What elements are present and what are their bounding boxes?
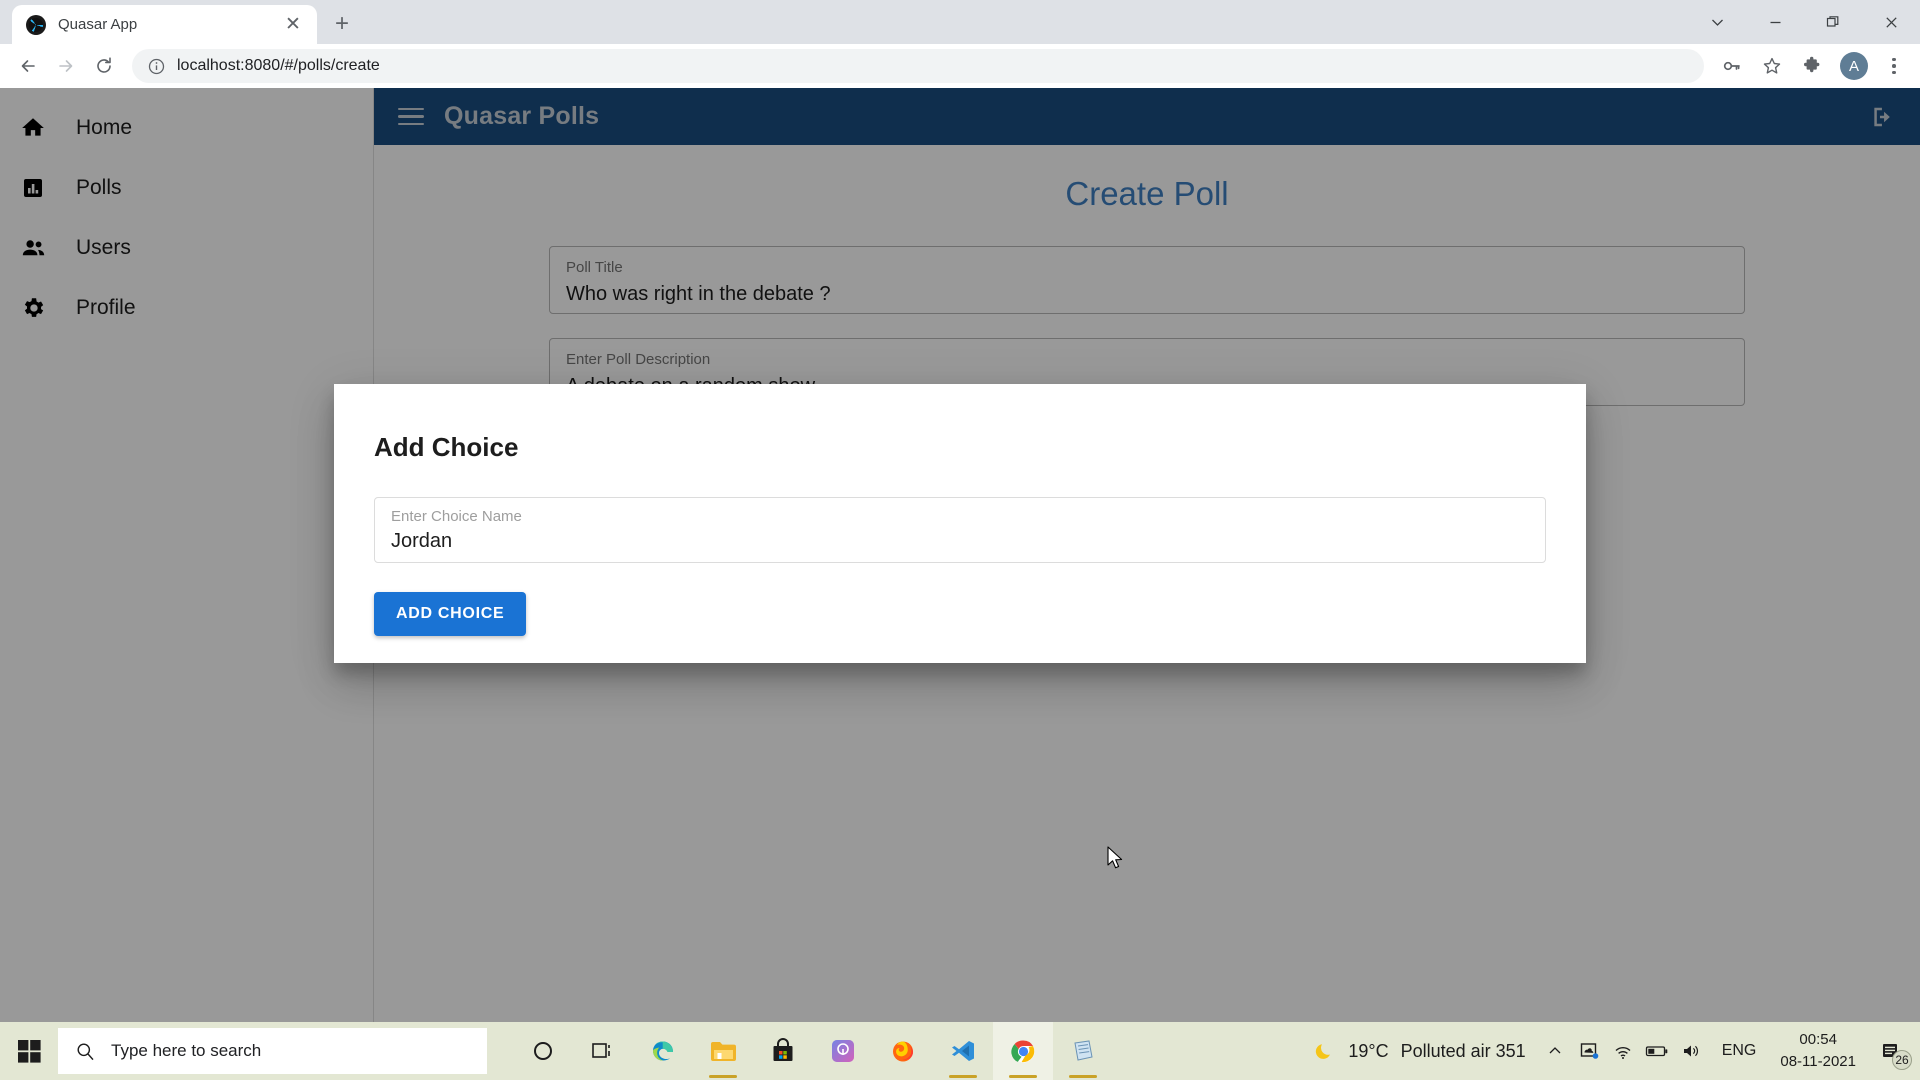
- moon-icon: [1314, 1040, 1336, 1062]
- minimize-icon[interactable]: [1746, 0, 1804, 44]
- running-indicator: [1069, 1075, 1097, 1078]
- reload-icon[interactable]: [86, 48, 122, 84]
- toolbar-actions: A: [1714, 48, 1910, 84]
- new-tab-button[interactable]: +: [325, 7, 359, 41]
- notification-icon[interactable]: 26: [1866, 1022, 1914, 1080]
- url-text: localhost:8080/#/polls/create: [177, 57, 380, 74]
- cortana-icon[interactable]: [513, 1022, 573, 1080]
- choice-name-field[interactable]: Enter Choice Name Jordan: [374, 497, 1546, 563]
- microsoft-store-icon[interactable]: [753, 1022, 813, 1080]
- chevron-down-icon[interactable]: [1688, 0, 1746, 44]
- dialog-title: Add Choice: [374, 432, 519, 462]
- running-indicator: [949, 1075, 977, 1078]
- file-explorer-icon[interactable]: [693, 1022, 753, 1080]
- add-choice-dialog: Add Choice Enter Choice Name Jordan ADD …: [334, 384, 1586, 663]
- app-icon[interactable]: [813, 1022, 873, 1080]
- notepad-icon[interactable]: [1053, 1022, 1113, 1080]
- close-window-icon[interactable]: [1862, 0, 1920, 44]
- running-indicator: [1009, 1075, 1037, 1078]
- battery-icon[interactable]: [1640, 1022, 1674, 1080]
- firefox-icon[interactable]: [873, 1022, 933, 1080]
- tab-title: Quasar App: [58, 16, 138, 33]
- puzzle-icon[interactable]: [1794, 48, 1830, 84]
- clock[interactable]: 00:54 08-11-2021: [1770, 1029, 1866, 1073]
- speaker-icon[interactable]: [1674, 1022, 1708, 1080]
- search-input[interactable]: Type here to search: [58, 1028, 487, 1074]
- windows-start-icon[interactable]: [0, 1022, 58, 1080]
- forward-arrow-icon[interactable]: [48, 48, 84, 84]
- weather-widget[interactable]: 19°C Polluted air 351: [1302, 1040, 1537, 1062]
- edge-icon[interactable]: [633, 1022, 693, 1080]
- page-viewport: Home Polls Users Profile Quasar Polls Cr…: [0, 88, 1920, 1080]
- clock-time: 00:54: [1799, 1031, 1837, 1049]
- choice-name-input[interactable]: Jordan: [391, 530, 1529, 553]
- window-controls: [1688, 0, 1920, 44]
- running-indicator: [709, 1075, 737, 1078]
- browser-toolbar: localhost:8080/#/polls/create A: [0, 44, 1920, 88]
- star-icon[interactable]: [1754, 48, 1790, 84]
- windows-taskbar: Type here to search 19°C Polluted air 35…: [0, 1022, 1920, 1080]
- restore-icon[interactable]: [1804, 0, 1862, 44]
- quasar-logo-icon: [26, 14, 46, 35]
- system-tray: 19°C Polluted air 351 ENG 00:54 08-11-20…: [1302, 1022, 1920, 1080]
- add-choice-button[interactable]: ADD CHOICE: [374, 592, 527, 636]
- taskbar-apps: [513, 1022, 1113, 1080]
- wifi-icon[interactable]: [1606, 1022, 1640, 1080]
- onedrive-icon[interactable]: [1572, 1022, 1606, 1080]
- task-view-icon[interactable]: [573, 1022, 633, 1080]
- close-icon[interactable]: ✕: [279, 11, 307, 39]
- notification-count-badge: 26: [1892, 1050, 1912, 1070]
- back-arrow-icon[interactable]: [10, 48, 46, 84]
- tab-strip: Quasar App ✕ +: [0, 0, 1920, 44]
- search-placeholder: Type here to search: [111, 1041, 262, 1060]
- chrome-icon[interactable]: [993, 1022, 1053, 1080]
- air-quality-text: Polluted air 351: [1400, 1040, 1526, 1061]
- choice-name-label: Enter Choice Name: [391, 508, 522, 525]
- avatar[interactable]: A: [1840, 52, 1868, 80]
- language-indicator[interactable]: ENG: [1708, 1042, 1771, 1060]
- kebab-menu-icon[interactable]: [1878, 48, 1910, 84]
- temperature-text: 19°C: [1348, 1040, 1389, 1061]
- browser-tab[interactable]: Quasar App ✕: [12, 5, 317, 44]
- address-bar[interactable]: localhost:8080/#/polls/create: [132, 49, 1704, 83]
- browser-window: Quasar App ✕ + localhost:8080/#/polls/cr…: [0, 0, 1920, 1080]
- chevron-up-icon[interactable]: [1538, 1022, 1572, 1080]
- search-icon: [76, 1042, 95, 1061]
- vscode-icon[interactable]: [933, 1022, 993, 1080]
- info-circle-icon[interactable]: [148, 58, 165, 75]
- clock-date: 08-11-2021: [1780, 1053, 1856, 1070]
- key-icon[interactable]: [1714, 48, 1750, 84]
